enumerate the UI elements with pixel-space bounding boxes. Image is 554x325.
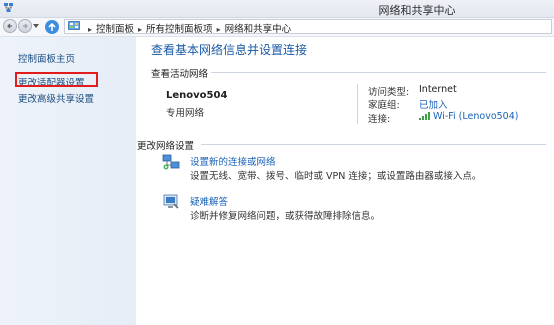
section-divider xyxy=(211,72,546,73)
connection-label: 连接: xyxy=(368,114,391,125)
breadcrumb: ▸ 控制面板 ▸ 所有控制面板项 ▸ 网络和共享中心 xyxy=(84,21,291,35)
window-title: 网络和共享中心 xyxy=(378,4,456,17)
breadcrumb-all-items[interactable]: 所有控制面板项 xyxy=(146,24,213,35)
back-button[interactable] xyxy=(3,19,17,33)
forward-arrow-icon xyxy=(23,23,28,29)
change-settings-heading: 更改网络设置 xyxy=(137,141,195,152)
troubleshoot-icon xyxy=(163,194,179,209)
page-title: 查看基本网络信息并设置连接 xyxy=(151,43,308,57)
control-panel-icon xyxy=(68,21,80,30)
main-content: 查看基本网络信息并设置连接 查看活动网络 Lenovo504 专用网络 访问类型… xyxy=(137,37,554,325)
access-type-value: Internet xyxy=(419,84,457,95)
highlight-box xyxy=(15,72,98,87)
new-connection-icon xyxy=(162,154,180,170)
breadcrumb-control-panel[interactable]: 控制面板 xyxy=(96,24,134,35)
wifi-signal-icon xyxy=(419,112,430,120)
breadcrumb-separator-icon: ▸ xyxy=(138,25,143,34)
sidebar-item-control-panel-home[interactable]: 控制面板主页 xyxy=(18,51,75,65)
new-connection-description: 设置无线、宽带、拨号、临时或 VPN 连接；或设置路由器或接入点。 xyxy=(190,171,482,182)
breadcrumb-network-center[interactable]: 网络和共享中心 xyxy=(225,24,292,35)
network-name: Lenovo504 xyxy=(166,90,228,101)
forward-button[interactable] xyxy=(18,19,32,33)
troubleshoot-description: 诊断并修复网络问题，或获得故障排除信息。 xyxy=(190,211,381,222)
homegroup-label: 家庭组: xyxy=(368,100,400,111)
breadcrumb-separator-icon: ▸ xyxy=(88,25,93,34)
back-arrow-icon xyxy=(7,23,12,29)
active-network-panel: Lenovo504 专用网络 访问类型: Internet 家庭组: 已加入 连… xyxy=(152,76,544,131)
troubleshoot-link[interactable]: 疑难解答 xyxy=(190,194,228,208)
breadcrumb-separator-icon: ▸ xyxy=(216,25,221,34)
connection-link[interactable]: Wi-Fi (Lenovo504) xyxy=(433,111,518,122)
up-level-button[interactable] xyxy=(44,19,60,35)
network-type: 专用网络 xyxy=(166,108,205,119)
section-divider xyxy=(201,144,546,145)
access-type-label: 访问类型: xyxy=(368,87,410,98)
address-bar[interactable]: ▸ 控制面板 ▸ 所有控制面板项 ▸ 网络和共享中心 xyxy=(64,19,552,35)
network-vertical-divider xyxy=(357,84,358,124)
new-connection-link[interactable]: 设置新的连接或网络 xyxy=(190,154,276,168)
sidebar-item-advanced-sharing[interactable]: 更改高级共享设置 xyxy=(18,91,94,105)
title-bar: 网络和共享中心 xyxy=(0,0,554,18)
navigation-bar: ▸ 控制面板 ▸ 所有控制面板项 ▸ 网络和共享中心 xyxy=(0,18,554,37)
history-dropdown-icon[interactable] xyxy=(33,23,39,29)
homegroup-link[interactable]: 已加入 xyxy=(419,97,448,111)
